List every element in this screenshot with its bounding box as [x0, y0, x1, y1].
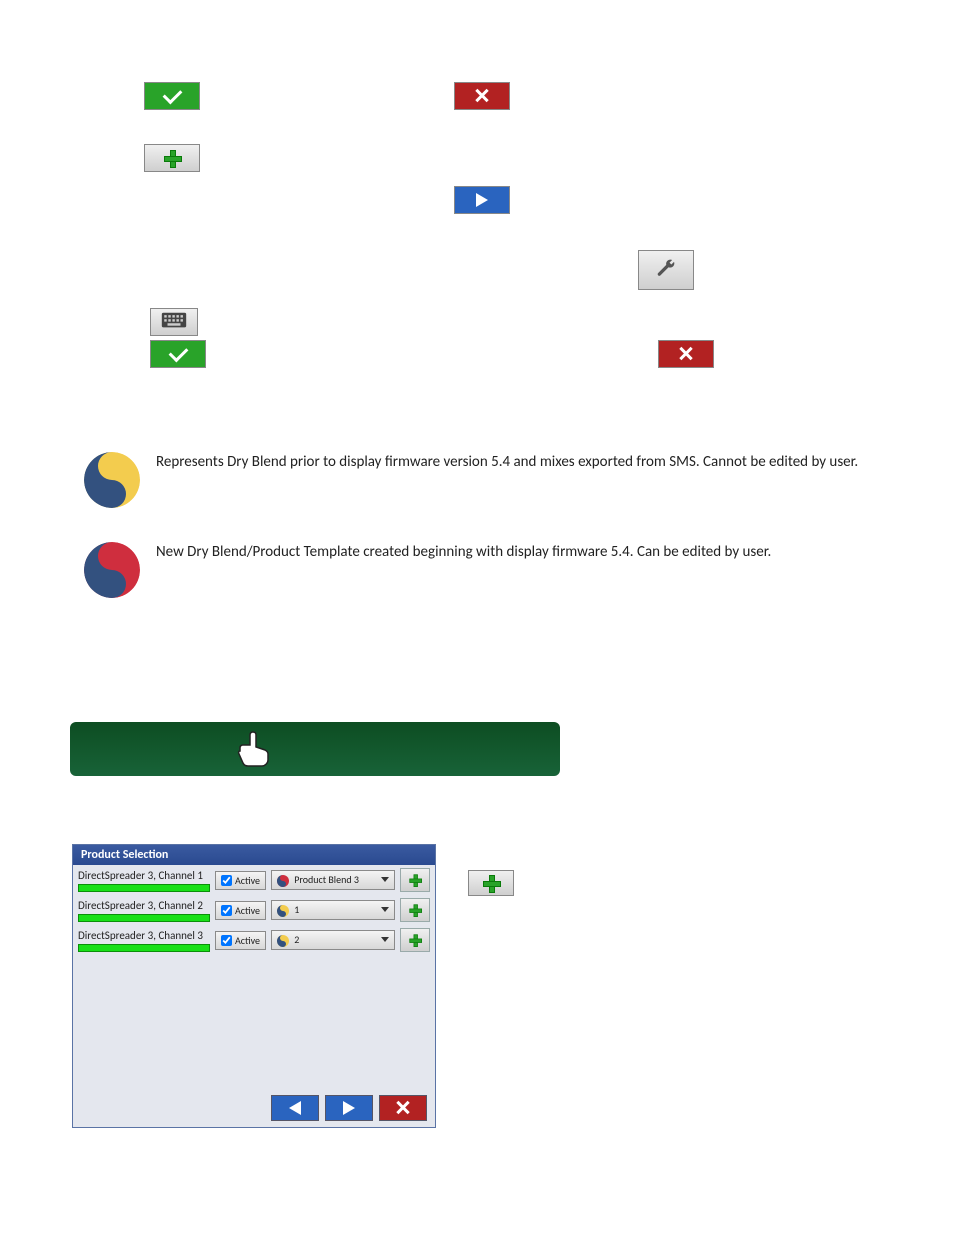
channel-row: DirectSpreader 3, Channel 2 Active 1 — [73, 895, 435, 925]
cancel-button-2[interactable] — [658, 340, 714, 368]
product-name: 2 — [294, 933, 299, 946]
product-select[interactable]: Product Blend 3 — [271, 870, 395, 890]
row-add-button[interactable] — [400, 928, 430, 952]
row-add-button[interactable] — [400, 868, 430, 892]
accept-button[interactable] — [144, 82, 200, 110]
channel-label: DirectSpreader 3, Channel 1 — [78, 869, 203, 882]
next-button[interactable] — [325, 1095, 373, 1121]
close-icon — [678, 346, 694, 362]
row-add-button[interactable] — [400, 898, 430, 922]
plus-icon — [409, 934, 420, 945]
plus-icon — [164, 150, 180, 166]
prev-button[interactable] — [271, 1095, 319, 1121]
window-footer — [271, 1095, 427, 1121]
product-name: 1 — [294, 903, 299, 916]
active-label: Active — [235, 934, 260, 947]
product-name: Product Blend 3 — [294, 873, 359, 886]
channel-row: DirectSpreader 3, Channel 1 Active Produ… — [73, 865, 435, 895]
active-label: Active — [235, 874, 260, 887]
active-checkbox[interactable]: Active — [215, 871, 266, 890]
add-product-button[interactable] — [468, 870, 514, 896]
blend-new-icon — [84, 542, 140, 598]
prev-icon — [289, 1101, 301, 1115]
plus-icon — [483, 875, 499, 891]
active-checkbox-input[interactable] — [221, 935, 232, 946]
check-icon — [170, 351, 187, 358]
keyboard-icon — [161, 311, 187, 334]
wrench-button[interactable] — [638, 250, 694, 290]
channel-label: DirectSpreader 3, Channel 3 — [78, 929, 203, 942]
blend-new-desc: New Dry Blend/Product Template created b… — [156, 542, 876, 562]
blend-mini-icon — [277, 933, 292, 946]
blend-legacy-icon — [84, 452, 140, 508]
blend-legacy-desc: Represents Dry Blend prior to display fi… — [156, 452, 876, 472]
blend-mini-icon — [277, 903, 292, 916]
add-button[interactable] — [144, 144, 200, 172]
check-icon — [164, 93, 181, 100]
product-select[interactable]: 1 — [271, 900, 395, 920]
active-checkbox-input[interactable] — [221, 875, 232, 886]
channel-row: DirectSpreader 3, Channel 3 Active 2 — [73, 925, 435, 955]
active-checkbox[interactable]: Active — [215, 931, 266, 950]
plus-icon — [409, 904, 420, 915]
channel-bar — [78, 944, 210, 952]
product-select[interactable]: 2 — [271, 930, 395, 950]
green-banner[interactable] — [70, 722, 560, 776]
close-icon — [474, 88, 490, 104]
cancel-button[interactable] — [454, 82, 510, 110]
close-button[interactable] — [379, 1095, 427, 1121]
blend-mini-icon — [277, 873, 292, 886]
active-checkbox-input[interactable] — [221, 905, 232, 916]
wrench-icon — [656, 258, 676, 283]
channel-bar — [78, 914, 210, 922]
play-icon — [343, 1101, 355, 1115]
channel-label: DirectSpreader 3, Channel 2 — [78, 899, 203, 912]
pointing-hand-icon — [230, 726, 274, 770]
active-label: Active — [235, 904, 260, 917]
play-icon — [476, 193, 488, 207]
accept-button-2[interactable] — [150, 340, 206, 368]
active-checkbox[interactable]: Active — [215, 901, 266, 920]
plus-icon — [409, 874, 420, 885]
chevron-down-icon — [381, 877, 389, 882]
window-title: Product Selection — [73, 845, 435, 865]
chevron-down-icon — [381, 907, 389, 912]
channel-bar — [78, 884, 210, 892]
keyboard-button[interactable] — [150, 308, 198, 336]
chevron-down-icon — [381, 937, 389, 942]
close-icon — [395, 1100, 411, 1116]
next-button[interactable] — [454, 186, 510, 214]
product-selection-window: Product Selection DirectSpreader 3, Chan… — [72, 844, 436, 1128]
